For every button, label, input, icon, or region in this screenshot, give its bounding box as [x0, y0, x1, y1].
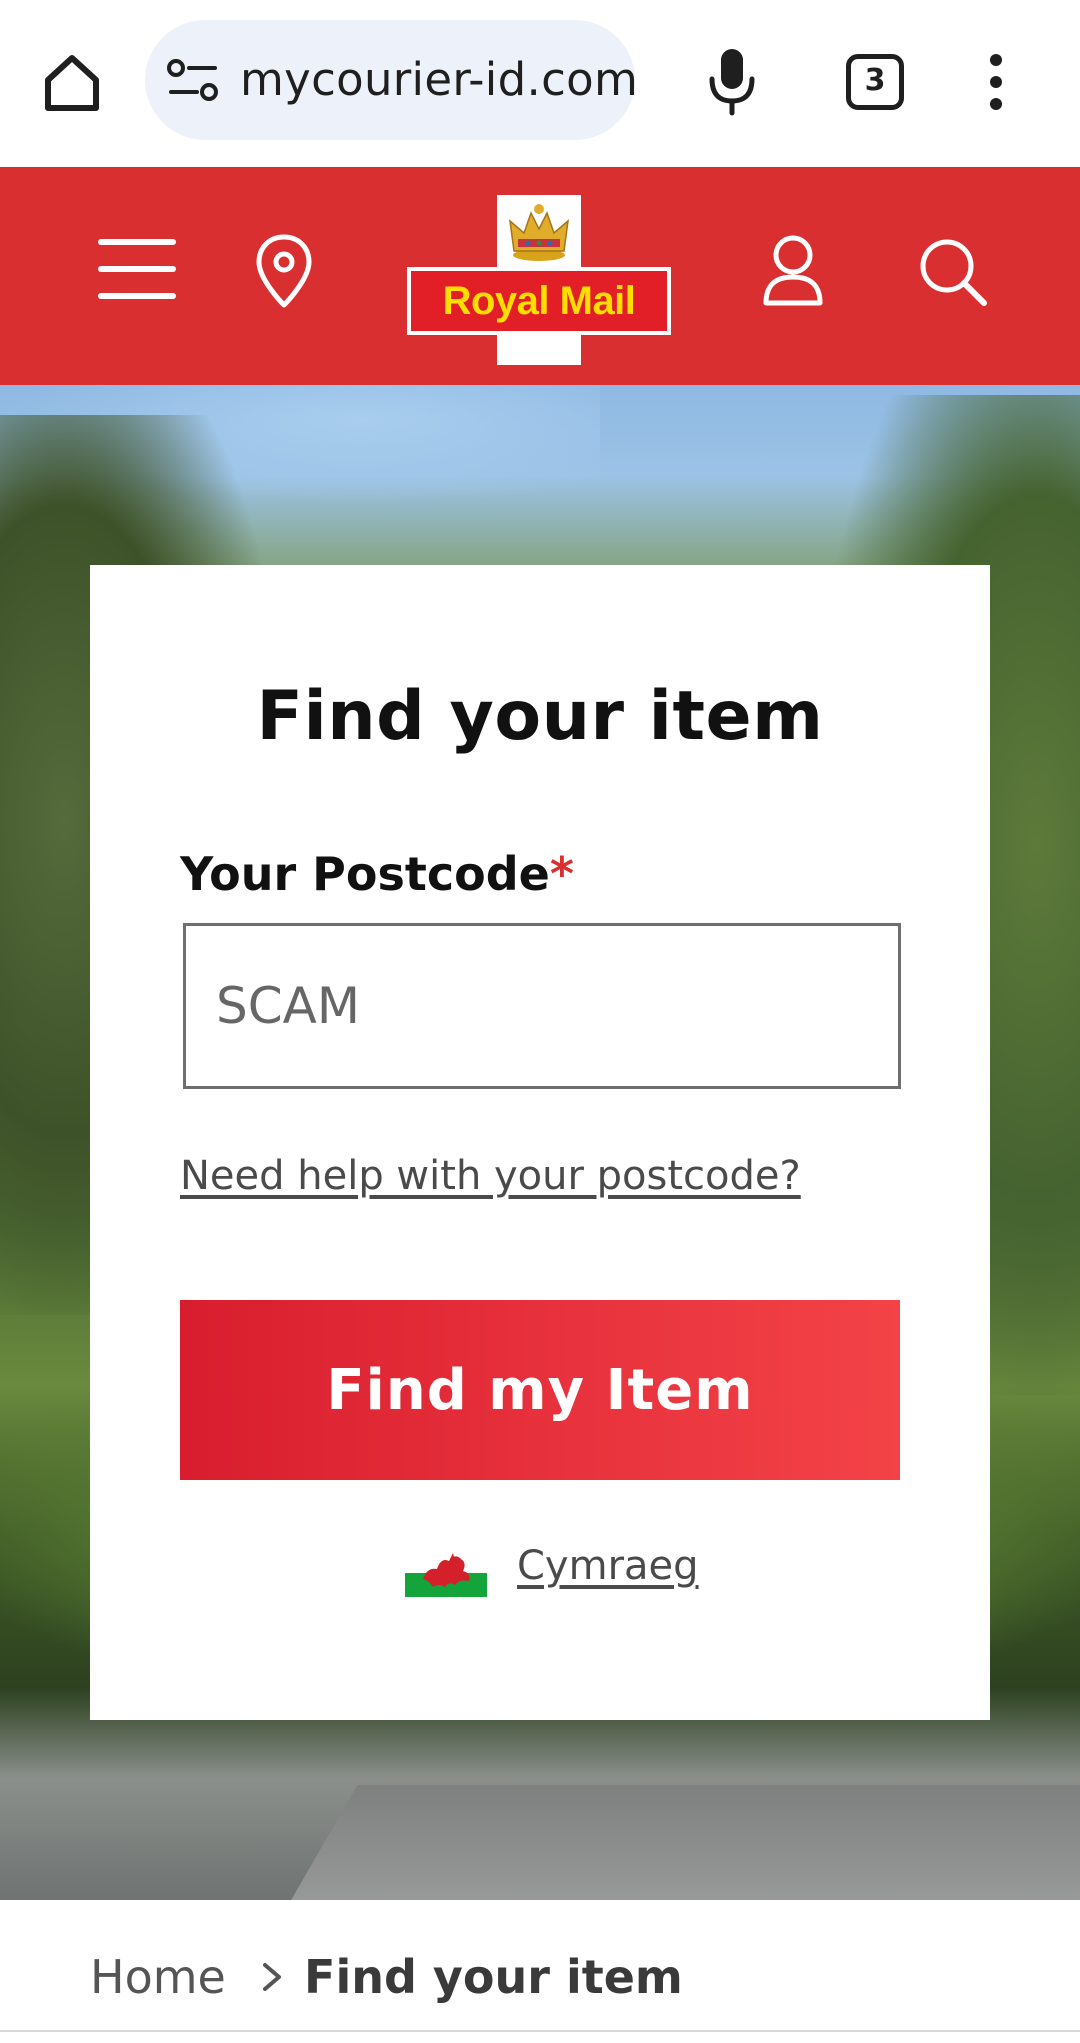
home-icon[interactable]: [40, 50, 104, 114]
breadcrumb: Home Find your item: [90, 1950, 683, 2020]
postcode-label: Your Postcode*: [180, 847, 574, 901]
location-pin-icon[interactable]: [255, 233, 313, 311]
microphone-icon[interactable]: [700, 45, 764, 117]
logo-text: Royal Mail: [442, 279, 636, 323]
welsh-flag-icon: [405, 1549, 487, 1597]
browser-toolbar: mycourier-id.com 3: [0, 0, 1080, 167]
site-header: Royal Mail: [0, 167, 1080, 385]
find-my-item-button[interactable]: Find my Item: [180, 1300, 900, 1480]
chevron-right-icon: [251, 1957, 291, 1997]
page-title: Find your item: [256, 677, 824, 756]
url-text[interactable]: mycourier-id.com: [240, 53, 638, 106]
more-vert-icon[interactable]: [980, 50, 1012, 114]
royal-mail-logo[interactable]: Royal Mail: [407, 195, 671, 365]
breadcrumb-home-link[interactable]: Home: [90, 1950, 226, 2004]
postcode-help-link[interactable]: Need help with your postcode?: [180, 1153, 801, 1199]
search-icon[interactable]: [916, 235, 990, 309]
required-marker: *: [549, 847, 574, 901]
site-settings-icon[interactable]: [167, 58, 219, 104]
find-item-card: Find your item Your Postcode* Need help …: [90, 565, 990, 1720]
tab-switcher-icon[interactable]: 3: [846, 54, 904, 110]
account-icon[interactable]: [760, 233, 826, 307]
postcode-label-text: Your Postcode: [180, 847, 550, 901]
address-bar[interactable]: mycourier-id.com: [145, 20, 638, 140]
crown-icon: [506, 201, 572, 263]
breadcrumb-current: Find your item: [304, 1950, 683, 2004]
menu-icon[interactable]: [98, 239, 176, 299]
divider: [0, 2030, 1080, 2032]
postcode-input[interactable]: [183, 923, 901, 1089]
cymraeg-link[interactable]: Cymraeg: [517, 1543, 699, 1589]
